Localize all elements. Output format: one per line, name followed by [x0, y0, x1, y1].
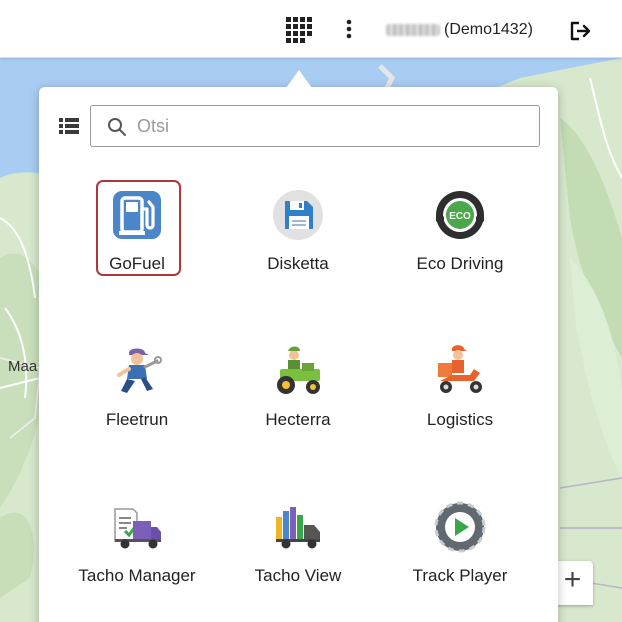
map-place-label: Maa	[8, 358, 38, 375]
app-launcher-panel: GoFuel Disketta ECO	[39, 87, 558, 622]
app-fleetrun[interactable]: Fleetrun	[56, 339, 218, 435]
app-label: Logistics	[426, 410, 494, 429]
app-tacho-view[interactable]: Tacho View	[217, 495, 379, 591]
logout-icon[interactable]	[569, 19, 593, 43]
app-disketta[interactable]: Disketta	[217, 183, 379, 279]
list-view-icon[interactable]	[59, 117, 79, 135]
top-bar: (Demo1432)	[0, 0, 622, 58]
zoom-in-button[interactable]: +	[552, 561, 593, 605]
floppy-disk-icon	[272, 189, 324, 241]
app-hecterra[interactable]: Hecterra	[217, 339, 379, 435]
svg-text:ECO: ECO	[449, 211, 471, 222]
user-account-label: (Demo1432)	[444, 21, 533, 38]
app-label: Tacho View	[254, 566, 342, 585]
user-menu[interactable]: (Demo1432)	[386, 20, 533, 40]
search-input[interactable]	[137, 114, 527, 138]
scooter-courier-icon	[434, 345, 486, 397]
app-eco-driving[interactable]: ECO Eco Driving	[379, 183, 541, 279]
selection-frame	[96, 180, 181, 276]
app-label: Fleetrun	[105, 410, 169, 429]
tractor-icon	[272, 345, 324, 397]
redacted-username	[386, 24, 440, 36]
search-icon	[107, 117, 127, 137]
app-label: Track Player	[412, 566, 508, 585]
app-label: Eco Driving	[416, 254, 504, 273]
truck-chart-icon	[272, 501, 324, 553]
dropdown-caret	[286, 70, 312, 88]
app-label: Disketta	[267, 254, 329, 273]
mechanic-icon	[111, 345, 163, 397]
app-label: Hecterra	[265, 410, 331, 429]
play-track-icon	[434, 501, 486, 553]
search-box	[90, 105, 540, 147]
more-vertical-icon[interactable]	[340, 17, 358, 43]
app-track-player[interactable]: Track Player	[379, 495, 541, 591]
app-label: Tacho Manager	[78, 566, 196, 585]
app-tacho-manager[interactable]: Tacho Manager	[56, 495, 218, 591]
truck-document-icon	[111, 501, 163, 553]
apps-grid-icon[interactable]	[286, 17, 312, 43]
eco-steering-wheel-icon: ECO	[434, 189, 486, 241]
plus-icon: +	[563, 563, 582, 596]
app-logistics[interactable]: Logistics	[379, 339, 541, 435]
